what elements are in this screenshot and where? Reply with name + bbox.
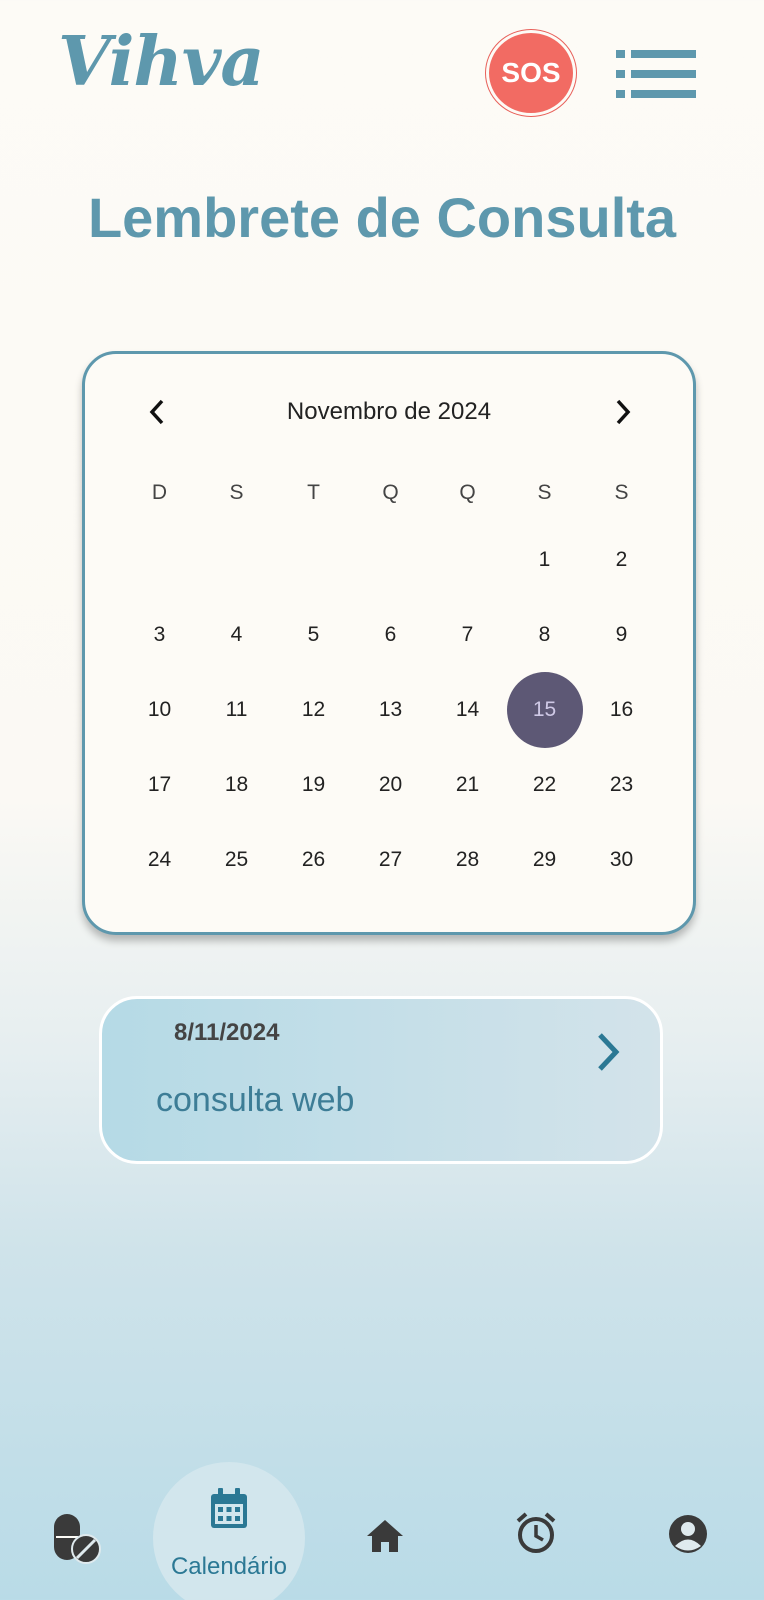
- appointment-card[interactable]: 8/11/2024 consulta web: [99, 996, 663, 1164]
- calendar-day[interactable]: 23: [583, 747, 660, 822]
- empty-day-cell: [275, 522, 352, 597]
- calendar-day[interactable]: 27: [352, 822, 429, 897]
- next-month-button[interactable]: [603, 392, 643, 432]
- calendar-day-number: 16: [609, 697, 634, 721]
- calendar-day-number: 23: [609, 772, 634, 796]
- appointment-date: 8/11/2024: [174, 1019, 280, 1046]
- calendar-day-number: 6: [384, 622, 397, 646]
- calendar-day-number: 29: [532, 847, 557, 871]
- account-icon: [669, 1515, 707, 1553]
- calendar-day[interactable]: 1: [506, 522, 583, 597]
- home-icon: [367, 1520, 403, 1552]
- nav-calendar[interactable]: [203, 1486, 255, 1532]
- calendar-day-number: 2: [615, 547, 628, 571]
- nav-calendar-label: Calendário: [170, 1553, 288, 1580]
- calendar-day-number: 30: [609, 847, 634, 871]
- calendar-day[interactable]: 22: [506, 747, 583, 822]
- calendar-day-number: 4: [230, 622, 243, 646]
- calendar-day[interactable]: 29: [506, 822, 583, 897]
- app-logo: Vihva: [58, 22, 264, 102]
- calendar-day[interactable]: 5: [275, 597, 352, 672]
- calendar-day[interactable]: 28: [429, 822, 506, 897]
- calendar-day-number: 13: [378, 697, 403, 721]
- calendar-day-number: 11: [225, 697, 248, 721]
- weekday-header: D: [151, 481, 168, 504]
- calendar-day[interactable]: 21: [429, 747, 506, 822]
- menu-icon: [616, 50, 625, 58]
- calendar-day[interactable]: 10: [121, 672, 198, 747]
- calendar-day-number: 25: [224, 847, 249, 871]
- calendar-day-number: 19: [301, 772, 326, 796]
- calendar-icon: [211, 1488, 247, 1528]
- calendar-day-number: 9: [615, 622, 628, 646]
- calendar-day-number: 3: [153, 622, 166, 646]
- calendar-day-number: 8: [538, 622, 551, 646]
- calendar-day-number: 12: [301, 697, 326, 721]
- menu-button[interactable]: [616, 50, 696, 98]
- calendar-day-number: 14: [455, 697, 480, 721]
- calendar-day-number: 21: [455, 772, 480, 796]
- chevron-right-icon: [598, 1033, 620, 1071]
- nav-medication[interactable]: [48, 1510, 104, 1566]
- calendar-day-number: 18: [224, 772, 249, 796]
- calendar-day-number: 26: [301, 847, 326, 871]
- calendar-day-number: 22: [532, 772, 557, 796]
- sos-button[interactable]: SOS: [486, 30, 576, 116]
- calendar-day[interactable]: 3: [121, 597, 198, 672]
- pill-icon: [54, 1514, 101, 1564]
- chevron-right-icon: [616, 399, 631, 425]
- month-label: Novembro de 2024: [286, 398, 492, 425]
- calendar-day[interactable]: 19: [275, 747, 352, 822]
- calendar-day[interactable]: 17: [121, 747, 198, 822]
- calendar-day-number: 1: [538, 547, 551, 571]
- calendar-day-number: 10: [147, 697, 172, 721]
- nav-home[interactable]: [364, 1516, 406, 1556]
- calendar-day[interactable]: 20: [352, 747, 429, 822]
- empty-day-cell: [429, 522, 506, 597]
- page-title: Lembrete de Consulta: [87, 186, 677, 249]
- appointment-title: consulta web: [156, 1081, 355, 1119]
- calendar-day[interactable]: 14: [429, 672, 506, 747]
- calendar-day[interactable]: 7: [429, 597, 506, 672]
- calendar-day-number: 5: [307, 622, 320, 646]
- calendar-day[interactable]: 9: [583, 597, 660, 672]
- calendar-day[interactable]: 30: [583, 822, 660, 897]
- calendar-day[interactable]: 26: [275, 822, 352, 897]
- calendar-day-number: 20: [378, 772, 403, 796]
- weekday-header: S: [614, 481, 629, 504]
- nav-alarm[interactable]: [514, 1510, 558, 1556]
- calendar-day[interactable]: 4: [198, 597, 275, 672]
- nav-profile[interactable]: [666, 1512, 710, 1556]
- calendar-day-number: 17: [147, 772, 172, 796]
- calendar-day[interactable]: 12: [275, 672, 352, 747]
- calendar-day[interactable]: 13: [352, 672, 429, 747]
- empty-day-cell: [121, 522, 198, 597]
- calendar-day[interactable]: 18: [198, 747, 275, 822]
- calendar-day[interactable]: 11: [198, 672, 275, 747]
- weekday-header: S: [229, 481, 244, 504]
- alarm-clock-icon: [516, 1512, 556, 1553]
- calendar-grid: D S T Q Q S S 1 2 3 4 5 6 7 8 9 10 11 12 13 14 15 16 17 18 19 20 21…: [121, 464, 661, 897]
- calendar-card: Novembro de 2024 D S T Q Q S S 1 2 3 4 5 6 7 8 9 10 11 12 1…: [82, 351, 696, 935]
- calendar-day[interactable]: 8: [506, 597, 583, 672]
- empty-day-cell: [352, 522, 429, 597]
- empty-day-cell: [198, 522, 275, 597]
- calendar-day-number: 15: [506, 671, 583, 748]
- calendar-day[interactable]: 16: [583, 672, 660, 747]
- calendar-day[interactable]: 24: [121, 822, 198, 897]
- calendar-day-number: 7: [461, 622, 474, 646]
- calendar-day-number: 28: [455, 847, 480, 871]
- weekday-header: Q: [382, 481, 399, 504]
- calendar-day-number: 27: [378, 847, 403, 871]
- calendar-day-number: 24: [147, 847, 172, 871]
- weekday-header: S: [537, 481, 552, 504]
- calendar-day-selected[interactable]: 15: [506, 671, 583, 748]
- weekday-header: Q: [459, 481, 476, 504]
- calendar-day[interactable]: 25: [198, 822, 275, 897]
- calendar-day[interactable]: 6: [352, 597, 429, 672]
- weekday-header: T: [307, 481, 320, 504]
- calendar-day[interactable]: 2: [583, 522, 660, 597]
